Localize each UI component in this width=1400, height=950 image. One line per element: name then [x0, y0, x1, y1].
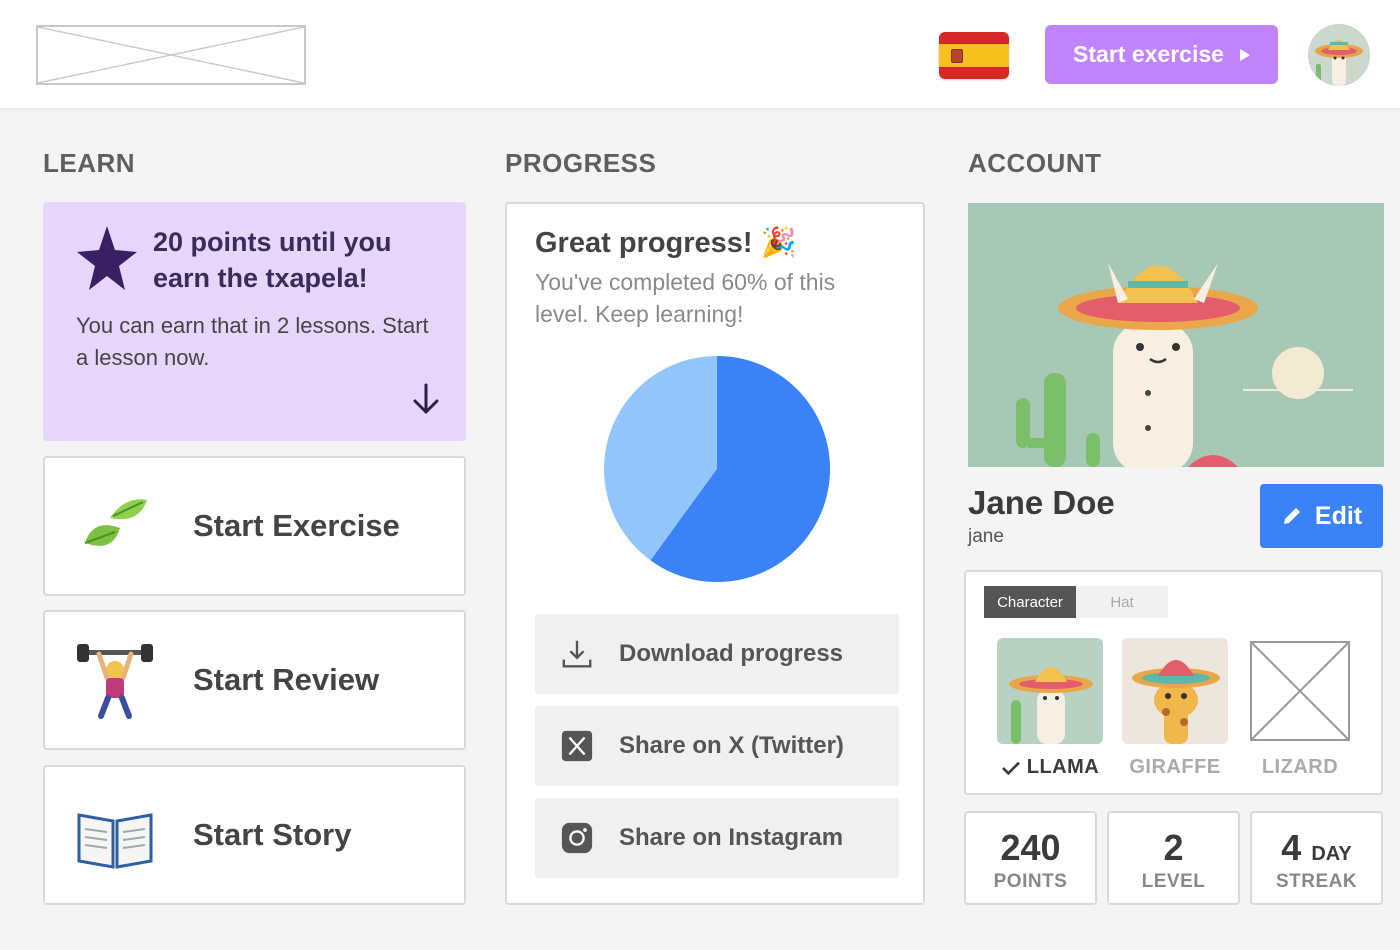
progress-subtext: You've completed 60% of this level. Keep…	[535, 269, 836, 327]
start-exercise-button[interactable]: Start exercise	[1045, 25, 1278, 84]
open-book-icon	[75, 797, 155, 877]
instagram-icon	[559, 820, 595, 856]
arrow-down-icon[interactable]	[411, 382, 441, 416]
x-twitter-icon	[559, 728, 595, 764]
edit-profile-button[interactable]: Edit	[1260, 484, 1383, 548]
star-icon	[77, 226, 137, 290]
start-exercise-card[interactable]: Start Exercise	[43, 456, 466, 596]
account-section-title: ACCOUNT	[968, 148, 1102, 178]
points-unit: POINTS	[993, 871, 1068, 892]
lizard-label: LIZARD	[1261, 756, 1339, 778]
tab-hat[interactable]: Hat	[1076, 586, 1168, 618]
txapela-promo-card: 20 points until you earn the txapela! Yo…	[43, 202, 466, 441]
spain-flag-icon[interactable]	[939, 32, 1009, 79]
download-progress-button[interactable]: Download progress	[535, 614, 899, 694]
avatar[interactable]	[1308, 24, 1370, 86]
llama-name: LLAMA	[1026, 756, 1100, 778]
learn-section-title: LEARN	[43, 148, 136, 178]
progress-section-title: PROGRESS	[505, 148, 657, 178]
share-instagram-label: Share on Instagram	[619, 824, 844, 851]
edit-label: Edit	[1314, 501, 1363, 530]
level-value: 2	[1163, 827, 1184, 868]
level-stat: 2 LEVEL	[1107, 811, 1240, 905]
character-hero-image	[968, 203, 1384, 467]
start-story-card[interactable]: Start Story	[43, 765, 466, 905]
start-exercise-label: Start exercise	[1073, 41, 1224, 67]
progress-headline: Great progress! 🎉	[535, 227, 797, 259]
giraffe-thumbnail	[1122, 638, 1228, 744]
start-review-card[interactable]: Start Review	[43, 610, 466, 750]
download-icon	[559, 636, 595, 672]
profile-username: jane	[968, 526, 1004, 547]
profile-name: Jane Doe	[968, 484, 1115, 521]
promo-headline: 20 points until you earn the txapela!	[153, 227, 392, 293]
share-instagram-button[interactable]: Share on Instagram	[535, 798, 899, 878]
logo-placeholder[interactable]	[36, 25, 306, 85]
start-review-card-label: Start Review	[193, 662, 380, 697]
character-option-llama[interactable]: LLAMA	[997, 638, 1103, 779]
character-selector: Character Hat LLAMA GIRAFFE LIZARD	[964, 570, 1383, 795]
checkmark-icon	[1001, 761, 1020, 775]
llama-thumbnail	[997, 638, 1103, 744]
play-icon	[1239, 48, 1250, 61]
lizard-thumbnail-placeholder	[1247, 638, 1353, 744]
level-unit: LEVEL	[1141, 871, 1206, 892]
giraffe-label: GIRAFFE	[1129, 756, 1221, 778]
progress-panel: Great progress! 🎉 You've completed 60% o…	[505, 202, 925, 905]
streak-value-row: 4 DAY	[1252, 827, 1381, 869]
top-bar: Start exercise	[0, 0, 1400, 108]
progress-pie-chart	[604, 356, 830, 582]
streak-value: 4	[1281, 827, 1302, 868]
points-stat: 240 POINTS	[964, 811, 1097, 905]
pencil-icon	[1283, 508, 1300, 524]
streak-stat: 4 DAY STREAK	[1250, 811, 1383, 905]
points-value: 240	[1000, 827, 1061, 868]
download-progress-label: Download progress	[619, 640, 844, 667]
tab-character[interactable]: Character	[984, 586, 1076, 618]
character-option-lizard[interactable]: LIZARD	[1247, 638, 1353, 779]
leaves-icon	[75, 488, 155, 568]
character-tabs: Character Hat	[984, 586, 1168, 618]
weightlifter-icon	[75, 642, 155, 722]
start-exercise-card-label: Start Exercise	[193, 508, 400, 543]
share-x-button[interactable]: Share on X (Twitter)	[535, 706, 899, 786]
llama-label: LLAMA	[997, 756, 1103, 779]
streak-unit: STREAK	[1275, 871, 1358, 892]
promo-body: You can earn that in 2 lessons. Start a …	[76, 313, 429, 370]
character-option-giraffe[interactable]: GIRAFFE	[1122, 638, 1228, 779]
start-story-card-label: Start Story	[193, 817, 352, 852]
share-x-label: Share on X (Twitter)	[619, 732, 844, 759]
streak-unit-top: DAY	[1311, 843, 1352, 865]
